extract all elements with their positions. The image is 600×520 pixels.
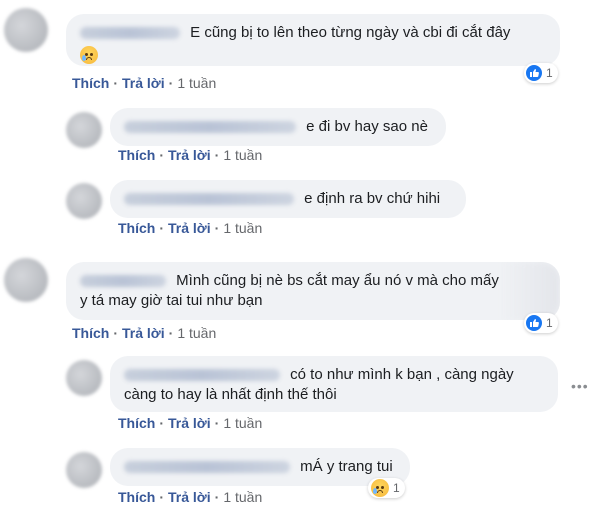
comment-bubble: có to như mình k bạn , càng ngày càng to… bbox=[110, 356, 558, 412]
comment-actions: Thích · Trả lời · 1 tuần bbox=[118, 220, 263, 236]
commenter-name[interactable] bbox=[124, 193, 294, 206]
comment-actions: Thích · Trả lời · 1 tuần bbox=[118, 415, 263, 431]
comment-text-line-2: y tá may giờ tai tui như bạn bbox=[80, 292, 263, 309]
like-link[interactable]: Thích bbox=[118, 415, 155, 431]
commenter-name[interactable] bbox=[124, 121, 296, 134]
avatar[interactable] bbox=[66, 112, 102, 148]
reply-link[interactable]: Trả lời bbox=[168, 415, 211, 431]
reaction-count: 1 bbox=[546, 66, 553, 80]
comment-actions: Thích · Trả lời · 1 tuần bbox=[72, 325, 217, 341]
reaction-count: 1 bbox=[546, 316, 553, 330]
comment-bubble: E cũng bị to lên theo từng ngày và cbi đ… bbox=[66, 14, 560, 66]
sad-emoji-icon bbox=[80, 46, 98, 65]
comment-text: e định ra bv chứ hihi bbox=[304, 190, 441, 207]
avatar[interactable] bbox=[66, 183, 102, 219]
commenter-name[interactable] bbox=[124, 369, 280, 382]
like-link[interactable]: Thích bbox=[118, 147, 155, 163]
comment-actions: Thích · Trả lời · 1 tuần bbox=[118, 489, 263, 505]
reaction-badge[interactable]: 1 bbox=[524, 313, 558, 333]
avatar[interactable] bbox=[66, 452, 102, 488]
timestamp[interactable]: 1 tuần bbox=[223, 415, 262, 431]
reaction-count: 1 bbox=[393, 481, 400, 495]
comment-bubble: e định ra bv chứ hihi bbox=[110, 180, 466, 218]
like-link[interactable]: Thích bbox=[72, 325, 109, 341]
reply-link[interactable]: Trả lời bbox=[122, 325, 165, 341]
comment-text-line-2: càng to hay là nhất định thế thôi bbox=[124, 386, 337, 403]
reply-link[interactable]: Trả lời bbox=[122, 75, 165, 91]
avatar[interactable] bbox=[66, 360, 102, 396]
avatar[interactable] bbox=[4, 8, 48, 52]
like-icon bbox=[526, 315, 542, 331]
timestamp[interactable]: 1 tuần bbox=[223, 220, 262, 236]
commenter-name[interactable] bbox=[80, 275, 166, 288]
reaction-badge[interactable]: 1 bbox=[524, 63, 558, 83]
reply-link[interactable]: Trả lời bbox=[168, 147, 211, 163]
like-link[interactable]: Thích bbox=[118, 489, 155, 505]
reply-link[interactable]: Trả lời bbox=[168, 220, 211, 236]
like-link[interactable]: Thích bbox=[72, 75, 109, 91]
commenter-name[interactable] bbox=[80, 27, 180, 40]
comment-text: E cũng bị to lên theo từng ngày và cbi đ… bbox=[190, 24, 511, 41]
commenter-name[interactable] bbox=[124, 461, 290, 474]
comment-text-line-1: Mình cũng bị nè bs cắt may ẩu nó v mà ch… bbox=[176, 272, 499, 289]
more-options-icon[interactable]: ••• bbox=[571, 378, 589, 394]
comment-text: mÁ y trang tui bbox=[300, 458, 393, 475]
comment-text-line-1: có to như mình k bạn , càng ngày bbox=[290, 366, 514, 383]
sad-emoji-icon bbox=[371, 479, 389, 497]
like-icon bbox=[526, 65, 542, 81]
blur-overlay bbox=[500, 262, 560, 320]
comment-actions: Thích · Trả lời · 1 tuần bbox=[118, 147, 263, 163]
timestamp[interactable]: 1 tuần bbox=[177, 325, 216, 341]
reply-link[interactable]: Trả lời bbox=[168, 489, 211, 505]
timestamp[interactable]: 1 tuần bbox=[223, 489, 262, 505]
reaction-badge[interactable]: 1 bbox=[368, 478, 405, 498]
comment-bubble: e đi bv hay sao nè bbox=[110, 108, 446, 146]
comment-bubble: Mình cũng bị nè bs cắt may ẩu nó v mà ch… bbox=[66, 262, 560, 320]
comment-text: e đi bv hay sao nè bbox=[306, 118, 428, 135]
comment-actions: Thích · Trả lời · 1 tuần bbox=[72, 75, 217, 91]
like-link[interactable]: Thích bbox=[118, 220, 155, 236]
timestamp[interactable]: 1 tuần bbox=[223, 147, 262, 163]
comment-bubble: mÁ y trang tui bbox=[110, 448, 410, 486]
timestamp[interactable]: 1 tuần bbox=[177, 75, 216, 91]
avatar[interactable] bbox=[4, 258, 48, 302]
